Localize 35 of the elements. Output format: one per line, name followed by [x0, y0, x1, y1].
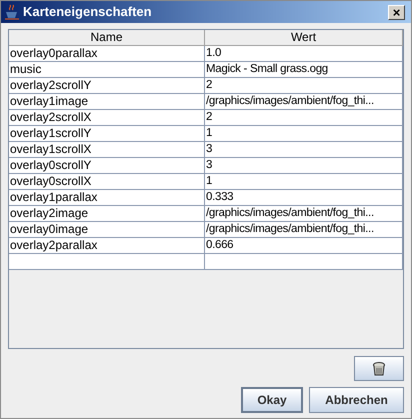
table-cell[interactable]: overlay2parallax	[9, 238, 205, 253]
table-cell[interactable]: /graphics/images/ambient/fog_thi...	[205, 222, 403, 237]
table-cell[interactable]: 0.666	[205, 238, 403, 253]
table-cell[interactable]: overlay0parallax	[9, 46, 205, 61]
coffee-cup-icon	[5, 4, 19, 20]
table-cell[interactable]: overlay0scrollX	[9, 174, 205, 189]
table-cell[interactable]: 2	[205, 110, 403, 125]
table-cell[interactable]: /graphics/images/ambient/fog_thi...	[205, 206, 403, 221]
table-cell[interactable]: overlay1scrollY	[9, 126, 205, 141]
trash-can-icon	[373, 362, 385, 376]
table-cell[interactable]: 1.0	[205, 46, 403, 61]
table-cell[interactable]: 0.333	[205, 190, 403, 205]
table-cell[interactable]: /graphics/images/ambient/fog_thi...	[205, 94, 403, 109]
close-button[interactable]: ×	[388, 4, 405, 20]
table-cell[interactable]: overlay2image	[9, 206, 205, 221]
dialog-button[interactable]: Abbrechen	[309, 387, 404, 413]
dialog-button[interactable]: Okay	[241, 387, 303, 413]
table-cell[interactable]: overlay0scrollY	[9, 158, 205, 173]
table-cell[interactable]: 1	[205, 126, 403, 141]
table-cell[interactable]: overlay0image	[9, 222, 205, 237]
table-cell[interactable]: 3	[205, 158, 403, 173]
column-header[interactable]: Name	[9, 30, 205, 45]
table-cell[interactable]: overlay2scrollY	[9, 78, 205, 93]
table-cell[interactable]: overlay1image	[9, 94, 205, 109]
table-cell[interactable]: 3	[205, 142, 403, 157]
table-cell[interactable]: overlay1scrollX	[9, 142, 205, 157]
table-cell[interactable]: overlay1parallax	[9, 190, 205, 205]
table-cell[interactable]: Magick - Small grass.ogg	[205, 62, 403, 77]
table-cell[interactable]: music	[9, 62, 205, 77]
delete-button[interactable]	[354, 356, 404, 381]
table-cell[interactable]: overlay2scrollX	[9, 110, 205, 125]
column-header[interactable]: Wert	[205, 30, 403, 45]
table-cell[interactable]: 1	[205, 174, 403, 189]
window-title: Karteneigenschaften	[23, 3, 153, 22]
table-cell[interactable]: 2	[205, 78, 403, 93]
